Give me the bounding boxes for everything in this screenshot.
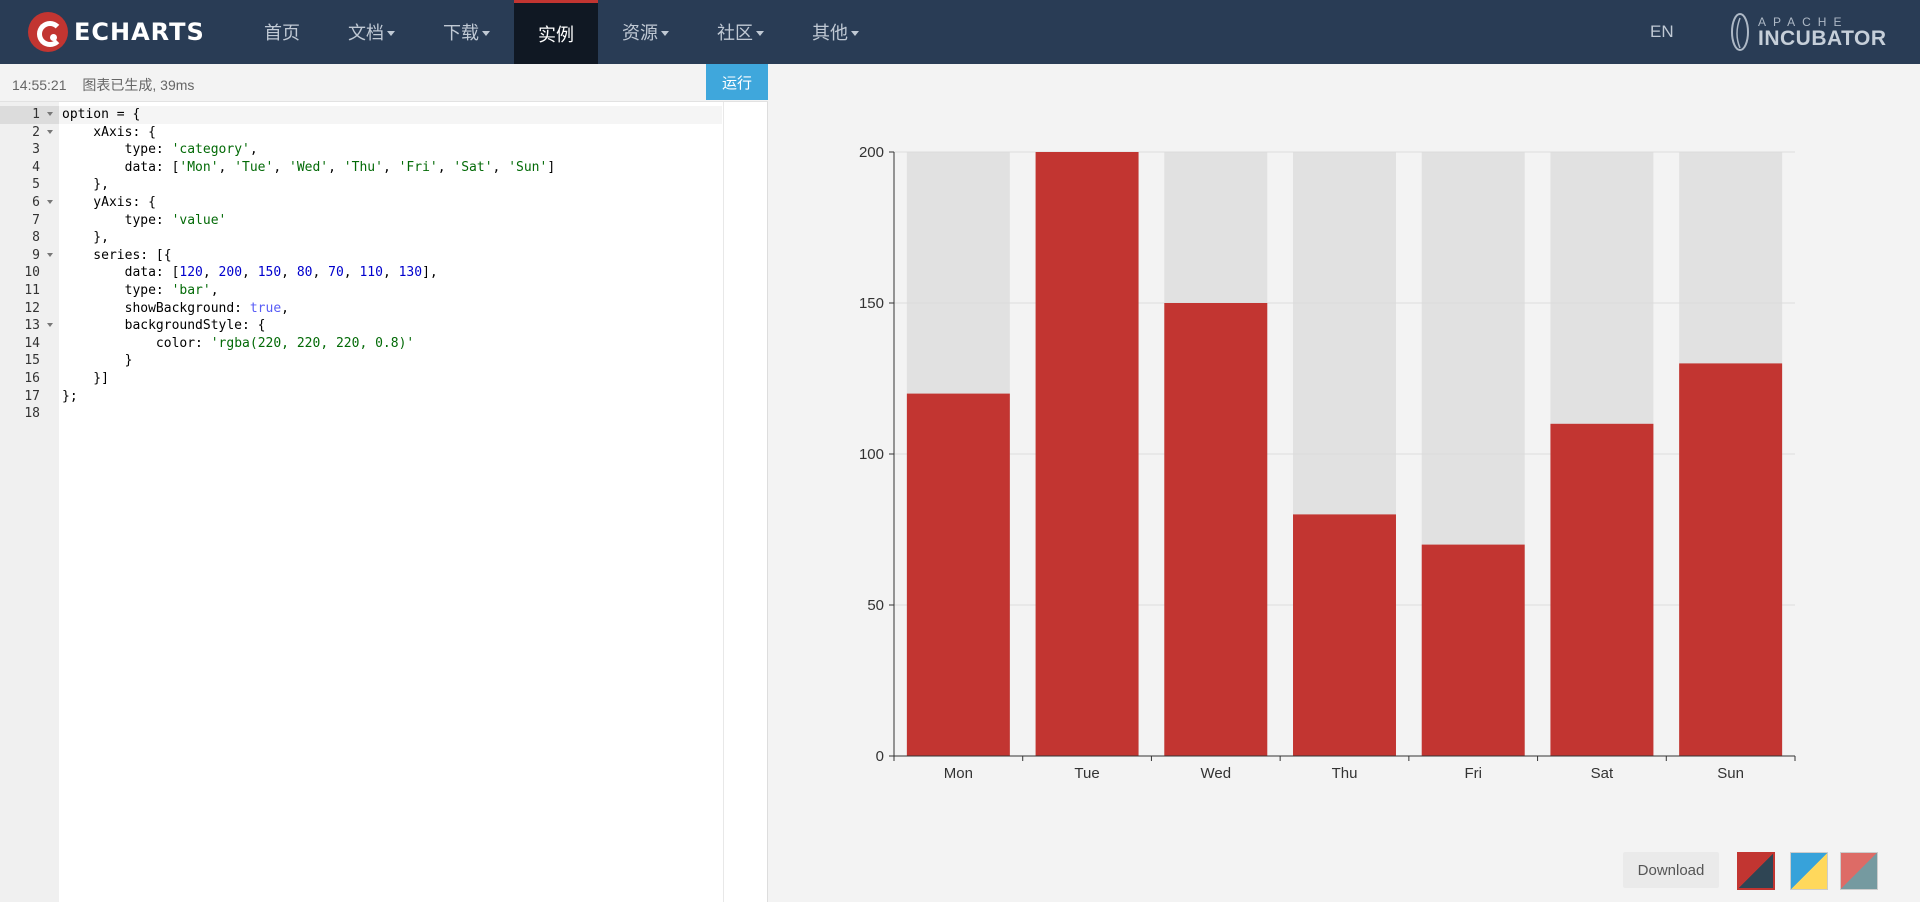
bar-Wed [1164,303,1268,756]
x-tick-label: Tue [1074,765,1099,782]
theme-color-icon [1791,853,1827,889]
bar-Thu [1293,514,1396,756]
y-tick-label: 150 [859,295,884,312]
x-tick-label: Wed [1200,765,1231,782]
theme-color-icon [1841,853,1877,889]
x-tick-label: Thu [1332,765,1358,782]
y-tick-label: 200 [859,144,884,161]
x-tick-label: Mon [944,765,973,782]
y-tick-label: 50 [867,597,884,614]
default-theme-swatch[interactable] [1737,852,1775,890]
y-tick-label: 100 [859,446,884,463]
x-tick-label: Sun [1717,765,1744,782]
y-tick-label: 0 [876,748,884,765]
x-tick-label: Sat [1591,765,1614,782]
bar-Fri [1421,544,1525,756]
light-theme-swatch[interactable] [1790,852,1828,890]
bar-chart: 0 50 100 150 200 Mon Tue Wed Thu Fri Sat Sun [859,144,1796,782]
download-button[interactable]: Download [1623,852,1719,888]
dark-theme-swatch[interactable] [1840,852,1878,890]
bar-Mon [906,393,1010,756]
bar-Sun [1679,363,1783,756]
bar-Tue [1035,152,1139,756]
x-tick-label: Fri [1464,765,1482,782]
bar-Sat [1550,423,1654,756]
theme-color-icon [1739,854,1773,888]
